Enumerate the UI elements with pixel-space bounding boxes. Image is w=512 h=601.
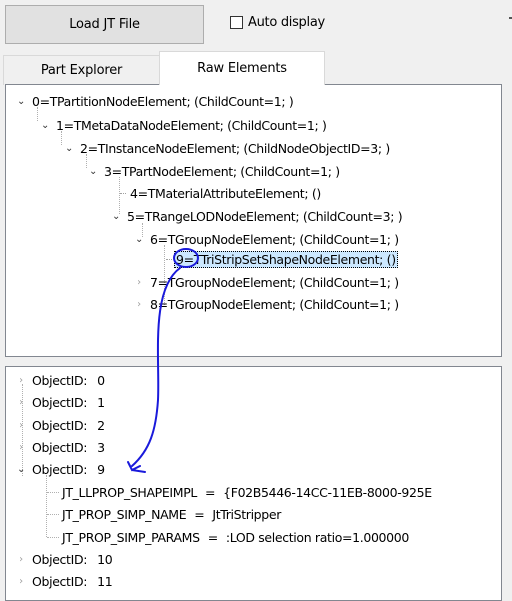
tree-node-2[interactable]: ⌄ 2=TInstanceNodeElement; (ChildNodeObje… (62, 138, 392, 158)
tab-raw-elements[interactable]: Raw Elements (159, 51, 325, 85)
tree-node-3[interactable]: ⌄ 3=TPartNodeElement; (ChildCount=1; ) (86, 161, 342, 181)
tree-node-9-selected[interactable]: 9=TTriStripSetShapeNodeElement; () (166, 249, 398, 269)
tree-node-5[interactable]: ⌄ 5=TRangeLODNodeElement; (ChildCount=3;… (109, 206, 404, 226)
property-row[interactable]: JT_PROP_SIMP_NAME = JtTriStripper (60, 504, 283, 524)
tree-node-7[interactable]: › 7=TGroupNodeElement; (ChildCount=1; ) (132, 272, 401, 292)
object-row-1[interactable]: › ObjectID: 1 (14, 392, 107, 412)
tree-node-0[interactable]: ⌄ 0=TPartitionNodeElement; (ChildCount=1… (14, 91, 295, 111)
object-row-11[interactable]: › ObjectID: 11 (14, 571, 114, 591)
auto-display-checkbox[interactable]: Auto display (230, 15, 325, 30)
object-row-10[interactable]: › ObjectID: 10 (14, 549, 114, 569)
object-row-9[interactable]: ⌄ ObjectID: 9 (14, 459, 107, 479)
chevron-right-icon[interactable]: › (14, 552, 28, 566)
tree-node-6[interactable]: ⌄ 6=TGroupNodeElement; (ChildCount=1; ) (132, 229, 401, 249)
chevron-right-icon[interactable]: › (14, 574, 28, 588)
object-row-2[interactable]: › ObjectID: 2 (14, 415, 107, 435)
property-row[interactable]: JT_LLPROP_SHAPEIMPL = {F02B5446-14CC-11E… (60, 482, 434, 502)
load-jt-file-button[interactable]: Load JT File (5, 5, 204, 44)
chevron-down-icon[interactable]: ⌄ (14, 94, 28, 108)
auto-display-label: Auto display (248, 15, 325, 30)
tab-part-explorer[interactable]: Part Explorer (3, 55, 160, 85)
chevron-down-icon[interactable]: ⌄ (109, 209, 123, 223)
chevron-right-icon[interactable]: › (14, 440, 28, 454)
object-row-3[interactable]: › ObjectID: 3 (14, 437, 107, 457)
checkbox-box[interactable] (230, 16, 243, 29)
tree-node-1[interactable]: ⌄ 1=TMetaDataNodeElement; (ChildCount=1;… (38, 115, 329, 135)
chevron-down-icon[interactable]: ⌄ (62, 141, 76, 155)
chevron-right-icon[interactable]: › (132, 297, 146, 311)
chevron-down-icon[interactable]: ⌄ (14, 462, 28, 476)
tab-bar: Part Explorer Raw Elements (0, 50, 512, 85)
chevron-down-icon[interactable]: ⌄ (86, 164, 100, 178)
chevron-down-icon[interactable]: ⌄ (38, 118, 52, 132)
raw-elements-tree[interactable]: ⌄ 0=TPartitionNodeElement; (ChildCount=1… (5, 84, 502, 357)
chevron-right-icon[interactable]: › (14, 373, 28, 387)
chevron-right-icon[interactable]: › (132, 275, 146, 289)
object-list-tree[interactable]: › ObjectID: 0 › ObjectID: 1 › ObjectID: … (5, 366, 502, 601)
object-row-0[interactable]: › ObjectID: 0 (14, 370, 107, 390)
tree-node-8[interactable]: › 8=TGroupNodeElement; (ChildCount=1; ) (132, 294, 401, 314)
chevron-down-icon[interactable]: ⌄ (132, 232, 146, 246)
tree-node-4[interactable]: 4=TMaterialAttributeElement; () (120, 183, 323, 203)
chevron-right-icon[interactable]: › (14, 395, 28, 409)
property-row[interactable]: JT_PROP_SIMP_PARAMS = :LOD selection rat… (60, 527, 411, 547)
tree-guide (46, 475, 47, 537)
chevron-right-icon[interactable]: › (14, 418, 28, 432)
